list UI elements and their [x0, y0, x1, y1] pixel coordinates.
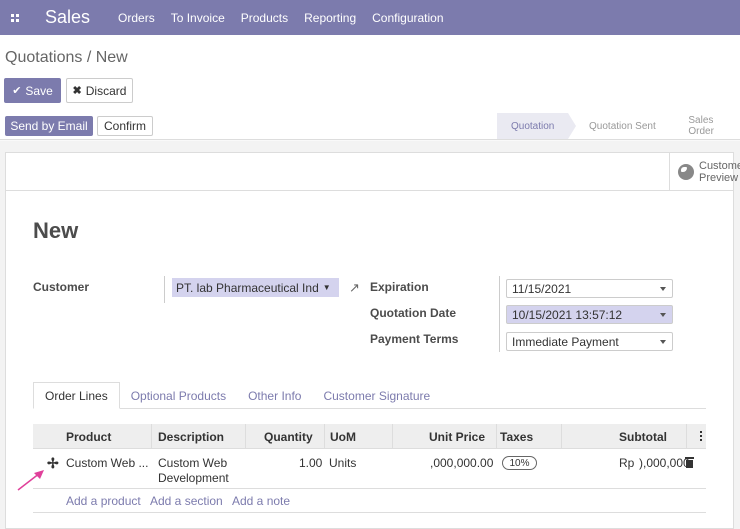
table-actions-row: Add a product Add a section Add a note: [33, 489, 706, 513]
trash-icon[interactable]: [685, 457, 694, 468]
send-by-email-button[interactable]: Send by Email: [5, 116, 93, 136]
expiration-select[interactable]: 11/15/2021: [506, 279, 673, 298]
customer-value: PT. lab Pharmaceutical Ind: [176, 280, 319, 295]
column-separator: [496, 424, 497, 449]
header-product[interactable]: Product: [66, 424, 111, 449]
table-header: Product Description Quantity UoM Unit Pr…: [33, 424, 706, 449]
header-subtotal[interactable]: Subtotal: [619, 424, 667, 449]
column-separator: [151, 424, 152, 449]
cell-product[interactable]: Custom Web ...: [66, 456, 148, 470]
customer-preview-label-2: Preview: [699, 172, 739, 184]
cell-description-line2[interactable]: Development: [158, 471, 229, 485]
column-separator: [561, 424, 562, 449]
check-icon: ✔: [12, 85, 22, 97]
header-taxes[interactable]: Taxes: [500, 424, 533, 449]
quotation-date-select[interactable]: 10/15/2021 13:57:12: [506, 305, 673, 324]
menu-products[interactable]: Products: [241, 11, 288, 25]
header-unit-price[interactable]: Unit Price: [429, 424, 485, 449]
add-note-link[interactable]: Add a note: [232, 494, 290, 508]
payment-terms-value: Immediate Payment: [512, 334, 619, 349]
customer-input[interactable]: PT. lab Pharmaceutical Ind ▼: [172, 278, 339, 297]
drag-handle-icon[interactable]: ✢: [47, 455, 59, 472]
stage-quotation-sent[interactable]: Quotation Sent: [568, 113, 676, 139]
save-button[interactable]: ✔ Save: [4, 78, 61, 103]
button-box: Customer Preview: [6, 153, 740, 191]
order-lines-table: Product Description Quantity UoM Unit Pr…: [33, 424, 706, 513]
stage-quotation[interactable]: Quotation: [497, 113, 577, 139]
quotation-date-value: 10/15/2021 13:57:12: [512, 307, 623, 322]
optional-columns-icon[interactable]: [700, 431, 702, 442]
caret-down-icon: [660, 313, 666, 317]
save-button-label: Save: [25, 83, 53, 98]
menu-to-invoice[interactable]: To Invoice: [171, 11, 225, 25]
column-separator: [392, 424, 393, 449]
chevron-down-icon: ▼: [322, 283, 331, 292]
discard-button-label: Discard: [85, 83, 127, 98]
cell-subtotal: ),000,000: [639, 456, 690, 470]
cell-unit-price[interactable]: ,000,000.00: [430, 456, 493, 470]
payment-terms-label: Payment Terms: [370, 332, 459, 346]
customer-preview-label-1: Customer: [699, 160, 740, 172]
header-uom[interactable]: UoM: [330, 424, 356, 449]
table-row[interactable]: ✢ Custom Web ... Custom Web Development …: [33, 449, 706, 489]
header-quantity[interactable]: Quantity: [264, 424, 313, 449]
header-description[interactable]: Description: [158, 424, 224, 449]
add-product-link[interactable]: Add a product: [66, 494, 141, 508]
tab-optional-products[interactable]: Optional Products: [120, 382, 237, 409]
form-sheet: Customer Preview New Customer PT. lab Ph…: [5, 152, 740, 529]
tax-badge[interactable]: 10%: [502, 456, 537, 470]
app-name[interactable]: Sales: [45, 7, 90, 28]
expiration-label: Expiration: [370, 280, 429, 294]
field-divider: [499, 276, 500, 352]
top-navbar: Sales Orders To Invoice Products Reporti…: [0, 0, 740, 35]
menu-orders[interactable]: Orders: [118, 11, 155, 25]
discard-button[interactable]: ✖ Discard: [66, 78, 133, 103]
notebook-tabs: Order Lines Optional Products Other Info…: [33, 382, 706, 409]
customer-label: Customer: [33, 280, 90, 294]
stage-sales-order[interactable]: Sales Order: [676, 113, 740, 139]
payment-terms-select[interactable]: Immediate Payment: [506, 332, 673, 351]
tab-customer-signature[interactable]: Customer Signature: [312, 382, 441, 409]
cell-description-line1[interactable]: Custom Web: [158, 456, 227, 470]
status-bar: Quotation Quotation Sent Sales Order: [497, 113, 740, 139]
close-icon: ✖: [72, 85, 82, 97]
column-separator: [686, 424, 687, 449]
expiration-value: 11/15/2021: [512, 281, 572, 296]
customer-preview-button[interactable]: Customer Preview: [669, 153, 740, 191]
menu-configuration[interactable]: Configuration: [372, 11, 443, 25]
record-title: New: [33, 218, 79, 243]
menu-reporting[interactable]: Reporting: [304, 11, 356, 25]
breadcrumb[interactable]: Quotations / New: [5, 49, 128, 67]
caret-down-icon: [660, 340, 666, 344]
quotation-date-label: Quotation Date: [370, 306, 456, 320]
cell-subtotal-currency: Rp: [619, 456, 635, 470]
column-separator: [324, 424, 325, 449]
tab-order-lines[interactable]: Order Lines: [33, 382, 120, 409]
cell-uom[interactable]: Units: [329, 456, 356, 470]
caret-down-icon: [660, 287, 666, 291]
confirm-button[interactable]: Confirm: [97, 116, 153, 136]
customer-field[interactable]: PT. lab Pharmaceutical Ind ▼: [164, 276, 340, 303]
globe-icon: [678, 164, 694, 180]
add-section-link[interactable]: Add a section: [150, 494, 223, 508]
external-link-icon[interactable]: ↗: [349, 280, 363, 295]
control-panel: Quotations / New ✔ Save ✖ Discard Send b…: [0, 35, 740, 140]
annotation-arrow-icon: [17, 470, 44, 491]
cell-quantity[interactable]: 1.00: [299, 456, 322, 470]
column-separator: [245, 424, 246, 449]
apps-menu-icon[interactable]: [0, 0, 30, 35]
tab-other-info[interactable]: Other Info: [237, 382, 312, 409]
